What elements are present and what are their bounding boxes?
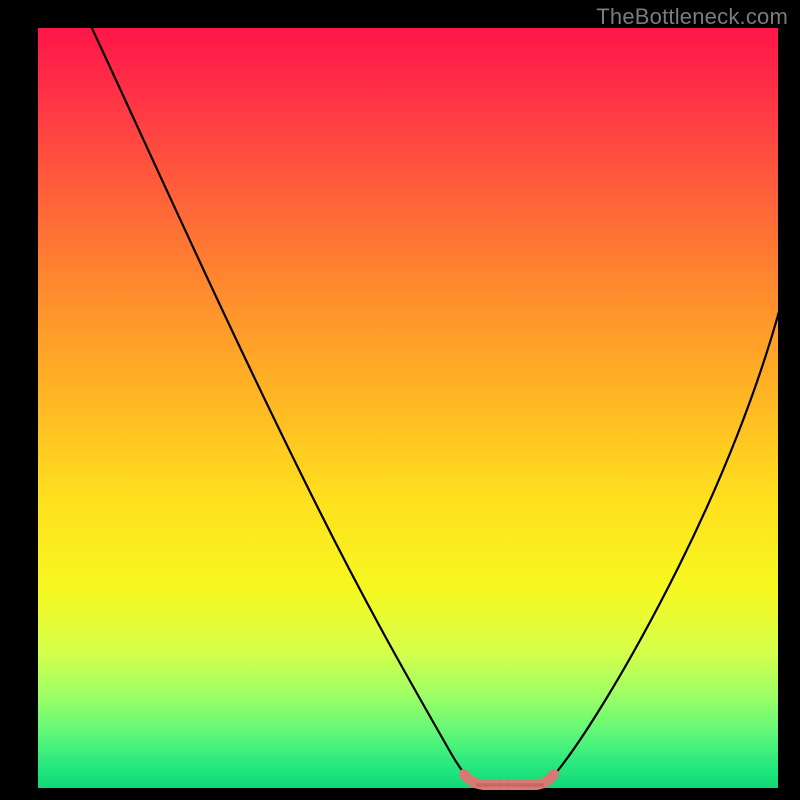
right-ascent-curve: [550, 308, 780, 780]
watermark-label: TheBottleneck.com: [596, 4, 788, 30]
plot-area: [38, 28, 778, 788]
left-descent-curve: [90, 24, 470, 780]
chart-frame: TheBottleneck.com: [0, 0, 800, 800]
curve-layer: [38, 28, 778, 788]
